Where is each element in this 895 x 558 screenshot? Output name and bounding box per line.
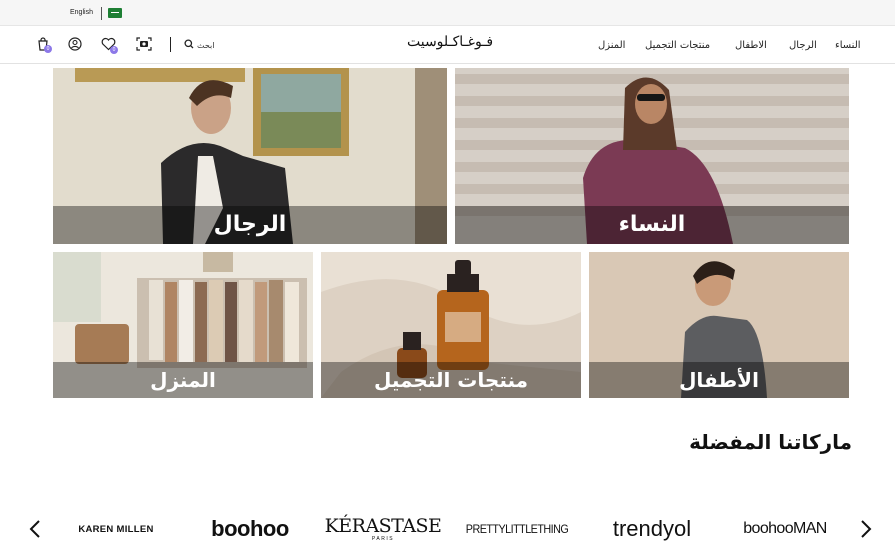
cart-badge: 0 <box>44 45 52 53</box>
category-label: منتجات التجميل <box>321 362 581 398</box>
category-tile-men[interactable]: الرجال <box>53 68 447 244</box>
cart-icon[interactable]: 0 <box>34 35 52 53</box>
divider <box>101 7 102 20</box>
chevron-right-icon <box>861 520 872 538</box>
search-button[interactable]: ابحث <box>184 37 214 53</box>
brand-logo-prettylittlething[interactable]: PRETTYLITTLETHING <box>466 514 569 544</box>
category-tile-home[interactable]: المنزل <box>53 252 313 398</box>
category-tile-beauty[interactable]: منتجات التجميل <box>321 252 581 398</box>
divider <box>170 37 171 52</box>
site-logo[interactable]: فـوغـاكـلوسيت <box>400 34 500 50</box>
brand-logo-kerastase-sub: PARIS <box>371 535 395 542</box>
category-tile-kids[interactable]: الأطفال <box>589 252 849 398</box>
brand-logo-trendyol[interactable]: trendyol <box>598 514 706 544</box>
account-icon[interactable] <box>66 35 84 53</box>
wishlist-badge: 0 <box>110 46 118 54</box>
language-switch[interactable]: English <box>70 9 93 16</box>
search-icon <box>184 39 194 51</box>
carousel-prev-button[interactable] <box>25 516 45 542</box>
brand-logo-boohooman[interactable]: boohooMAN <box>732 514 838 544</box>
main-header: 0 0 ابحث فـوغـاكـلوسيت المنزل منتجات الت… <box>0 26 895 64</box>
top-bar: English <box>0 0 895 26</box>
wishlist-icon[interactable]: 0 <box>99 35 118 54</box>
nav-item-beauty[interactable]: منتجات التجميل <box>645 40 710 51</box>
search-label: ابحث <box>197 40 215 50</box>
nav-item-kids[interactable]: الاطفال <box>735 40 767 51</box>
nav-item-home[interactable]: المنزل <box>598 40 625 51</box>
category-label: الأطفال <box>589 362 849 398</box>
saudi-flag-icon[interactable] <box>108 8 122 18</box>
brands-section-title: ماركاتنا المفضلة <box>689 430 852 454</box>
carousel-next-button[interactable] <box>856 516 876 542</box>
brand-logo-boohoo[interactable]: boohoo <box>198 514 302 544</box>
nav-item-men[interactable]: الرجال <box>789 40 817 51</box>
category-label: المنزل <box>53 362 313 398</box>
nav-item-women[interactable]: النساء <box>835 40 861 51</box>
category-label: النساء <box>455 206 849 244</box>
chevron-left-icon <box>29 520 40 538</box>
brand-logo-karen-millen[interactable]: KAREN MILLEN <box>72 514 160 544</box>
camera-search-icon[interactable] <box>135 35 153 53</box>
brand-logo-kerastase[interactable]: KÉRASTASE PARIS <box>325 514 442 544</box>
category-tile-women[interactable]: النساء <box>455 68 849 244</box>
brand-logo-kerastase-name: KÉRASTASE <box>324 514 442 537</box>
category-label: الرجال <box>53 206 447 244</box>
